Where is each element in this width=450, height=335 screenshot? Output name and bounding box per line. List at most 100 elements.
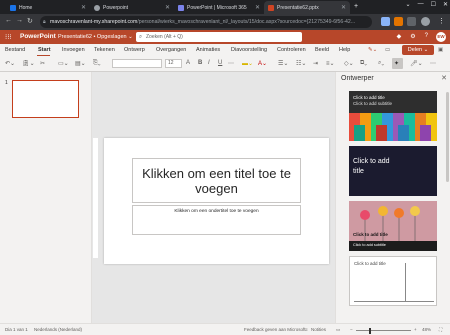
- browser-tab-m365[interactable]: PowerPoint | Microsoft 365 ✕: [174, 1, 264, 14]
- share-button[interactable]: Delen ⌄: [402, 45, 434, 55]
- chevron-down-icon[interactable]: ⌄: [406, 1, 411, 8]
- design-option[interactable]: Click to add title: [349, 256, 437, 306]
- format-painter-icon[interactable]: ✂: [40, 60, 45, 67]
- tab-ontwerp[interactable]: Ontwerp: [124, 47, 145, 53]
- card-subtitle-text: title: [353, 168, 364, 175]
- dictate-icon[interactable]: 🎤︎⌄: [410, 60, 423, 67]
- help-icon[interactable]: ?: [425, 33, 428, 40]
- url-field[interactable]: 🔒︎ mavoschravenlant-my.sharepoint.com/pe…: [40, 16, 372, 28]
- more-font-icon[interactable]: ⋯: [228, 60, 234, 67]
- font-color-icon[interactable]: A⌄: [258, 60, 267, 67]
- menu-icon[interactable]: ⋮: [438, 17, 445, 25]
- highlight-icon[interactable]: ▬⌄: [242, 60, 253, 67]
- url-host: mavoschravenlant-my.sharepoint.com: [50, 19, 138, 25]
- designer-icon[interactable]: ✦: [394, 60, 399, 67]
- tab-tekenen[interactable]: Tekenen: [94, 47, 115, 53]
- zoom-slider-thumb[interactable]: [369, 327, 371, 334]
- header-icons: ◆ ⚙ ?: [397, 33, 428, 40]
- language[interactable]: Nederlands (Nederland): [34, 327, 82, 332]
- m365-icon: [178, 4, 184, 11]
- extension-icon[interactable]: [407, 17, 416, 26]
- close-icon[interactable]: ✕: [165, 4, 170, 11]
- layout-icon[interactable]: ▤⌄: [75, 60, 86, 67]
- more-options-icon[interactable]: ⋯: [430, 60, 436, 67]
- slide-canvas[interactable]: Klikken om een titel toe te voegen Klikk…: [104, 138, 329, 264]
- minimize-icon[interactable]: —: [418, 1, 424, 8]
- avatar[interactable]: EW: [436, 32, 446, 42]
- tab-overgangen[interactable]: Overgangen: [156, 47, 186, 53]
- tab-animaties[interactable]: Animaties: [196, 47, 220, 53]
- notes-button[interactable]: Notities: [311, 327, 326, 332]
- design-option[interactable]: Click to add title Click to add subtitle: [349, 91, 437, 141]
- app-launcher-icon[interactable]: ⁝⁝⁝: [5, 33, 12, 41]
- new-slide-icon[interactable]: ▭⌄: [58, 60, 69, 67]
- align-icon[interactable]: ≡⌄: [326, 60, 335, 67]
- font-size-select[interactable]: 12: [165, 59, 182, 68]
- tab-diavoorstelling[interactable]: Diavoorstelling: [231, 47, 267, 53]
- close-icon[interactable]: ✕: [255, 4, 260, 11]
- subtitle-placeholder[interactable]: Klikken om een ondertitel toe te voegen: [132, 205, 301, 235]
- powerpoint-icon: [268, 4, 274, 11]
- section-icon[interactable]: ⎘⌄: [93, 60, 101, 67]
- card-divider: [405, 263, 406, 301]
- browser-tab-presentatie[interactable]: Presentatie62.pptx ✕: [264, 1, 350, 14]
- zoom-level[interactable]: 48%: [422, 327, 431, 332]
- forward-icon[interactable]: →: [16, 17, 23, 24]
- font-name-select[interactable]: [112, 59, 162, 68]
- back-icon[interactable]: ←: [5, 17, 12, 24]
- close-icon[interactable]: ✕: [81, 4, 86, 11]
- numbering-icon[interactable]: ☷⌄: [296, 60, 306, 67]
- shapes-icon[interactable]: ◇⌄: [344, 60, 354, 67]
- card-subtitle-text: Click to add subtitle: [353, 243, 386, 247]
- italic-icon[interactable]: I: [208, 60, 210, 66]
- title-placeholder[interactable]: Klikken om een titel toe te voegen: [132, 158, 301, 203]
- profile-icon[interactable]: [421, 17, 430, 26]
- underline-icon[interactable]: U: [218, 60, 222, 66]
- tab-bestand[interactable]: Bestand: [5, 47, 25, 53]
- notes-icon[interactable]: ≡: [305, 327, 308, 332]
- new-tab-icon[interactable]: +: [354, 3, 358, 10]
- close-icon[interactable]: ✕: [441, 74, 447, 82]
- present-icon[interactable]: ▣: [438, 45, 443, 55]
- tab-help[interactable]: Help: [339, 47, 350, 53]
- design-option[interactable]: Click to add title Click to add subtitle: [349, 201, 437, 251]
- extension-icon[interactable]: [381, 17, 390, 26]
- bold-icon[interactable]: B: [198, 60, 202, 66]
- tab-controleren[interactable]: Controleren: [277, 47, 306, 53]
- extension-icon[interactable]: [394, 17, 403, 26]
- fit-slide-icon[interactable]: ⛶: [439, 327, 442, 332]
- zoom-out-icon[interactable]: −: [350, 327, 353, 332]
- zoom-slider[interactable]: [356, 330, 411, 331]
- normal-view-icon[interactable]: ▭: [336, 327, 340, 333]
- design-option[interactable]: Click to add title: [349, 146, 437, 196]
- slide-thumbnail[interactable]: [12, 80, 79, 118]
- tab-invoegen[interactable]: Invoegen: [62, 47, 85, 53]
- font-grow-icon[interactable]: A: [186, 60, 190, 66]
- close-window-icon[interactable]: ✕: [443, 1, 448, 8]
- browser-tab-powerpoint[interactable]: Powerpoint ✕: [90, 1, 174, 14]
- indent-icon[interactable]: ⇥: [313, 60, 318, 67]
- zoom-in-icon[interactable]: +: [414, 327, 417, 332]
- edit-mode-icon[interactable]: ✎⌄: [368, 45, 377, 55]
- status-bar: Dia 1 van 1 Nederlands (Nederland) Feedb…: [0, 323, 450, 335]
- arrange-icon[interactable]: ⧉⌄: [360, 60, 367, 67]
- clipboard-icon[interactable]: 📋︎⌄: [22, 60, 35, 67]
- app-name[interactable]: PowerPoint: [20, 33, 56, 40]
- document-name[interactable]: Presentatie62 • Opgeslagen ⌄: [58, 34, 133, 40]
- scrollbar[interactable]: [446, 92, 449, 182]
- gear-icon[interactable]: ⚙: [410, 33, 415, 40]
- undo-icon[interactable]: ↶⌄: [5, 60, 15, 67]
- search-input[interactable]: ⌕ Zoeken (Alt + Q): [136, 32, 302, 42]
- globe-icon: [94, 4, 100, 11]
- diamond-icon[interactable]: ◆: [397, 33, 402, 40]
- close-icon[interactable]: ✕: [341, 4, 346, 11]
- tab-start[interactable]: Start: [38, 47, 51, 53]
- bullets-icon[interactable]: ☰⌄: [278, 60, 288, 67]
- feedback-link[interactable]: Feedback geven aan Microsoft: [244, 327, 306, 332]
- tab-beeld[interactable]: Beeld: [315, 47, 329, 53]
- browser-tab-home[interactable]: Home ✕: [6, 1, 90, 14]
- maximize-icon[interactable]: ☐: [431, 1, 436, 8]
- find-icon[interactable]: ⌕⌄: [378, 60, 384, 67]
- comments-icon[interactable]: ▭: [385, 45, 390, 55]
- reload-icon[interactable]: ↻: [27, 17, 33, 25]
